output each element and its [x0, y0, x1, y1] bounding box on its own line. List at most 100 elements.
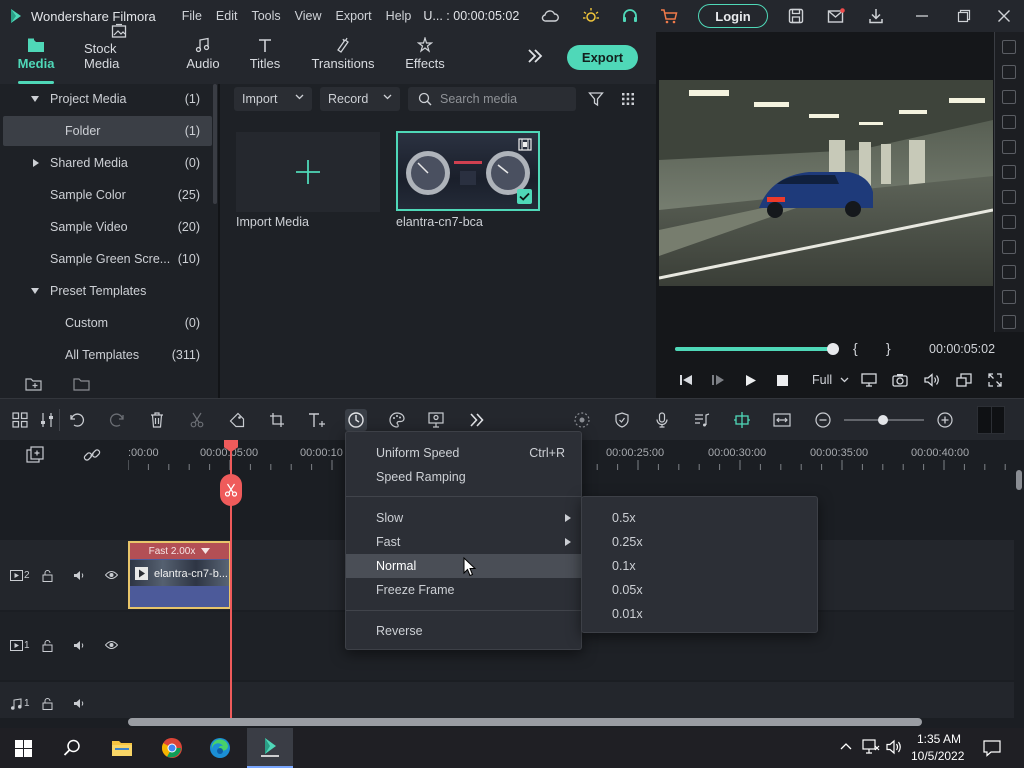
submenu-item-0.5x[interactable]: 0.5x — [582, 506, 817, 530]
submenu-item-0.01x[interactable]: 0.01x — [582, 602, 817, 626]
filter-icon[interactable] — [588, 91, 604, 107]
side-strip-square[interactable] — [1002, 165, 1016, 179]
undo-icon[interactable] — [66, 409, 88, 431]
volume-icon[interactable] — [924, 373, 940, 387]
network-icon[interactable] — [862, 739, 880, 755]
submenu-item-0.05x[interactable]: 0.05x — [582, 578, 817, 602]
tab-media[interactable]: Media — [14, 32, 58, 84]
display-icon[interactable] — [861, 373, 877, 387]
mark-in-button[interactable]: { — [853, 340, 858, 356]
menu-item-uniform-speed[interactable]: Uniform Speed Ctrl+R — [346, 441, 581, 465]
fit-timeline-icon[interactable] — [771, 409, 793, 431]
tab-transitions[interactable]: Transitions — [310, 32, 376, 84]
green-screen-icon[interactable] — [425, 409, 447, 431]
menu-view[interactable]: View — [295, 9, 322, 23]
tree-item-preset-templates[interactable]: Preset Templates — [0, 276, 212, 306]
new-folder-icon[interactable] — [25, 377, 43, 391]
more-tabs-icon[interactable] — [526, 48, 544, 64]
speaker-icon[interactable] — [73, 640, 86, 651]
clock-date[interactable]: 10/5/2022 — [911, 749, 964, 763]
redo-icon[interactable] — [106, 409, 128, 431]
timeline-clip[interactable]: Fast 2.00x elantra-cn7-b... — [128, 541, 231, 609]
tree-scrollbar[interactable] — [213, 84, 217, 204]
side-strip-square[interactable] — [1002, 40, 1016, 54]
notification-icon[interactable] — [983, 739, 1001, 757]
menu-item-slow[interactable]: Slow — [346, 506, 581, 530]
menu-help[interactable]: Help — [386, 9, 412, 23]
adjust-icon[interactable] — [36, 409, 58, 431]
submenu-item-0.1x[interactable]: 0.1x — [582, 554, 817, 578]
layout-grid-icon[interactable] — [9, 409, 31, 431]
crop-icon[interactable] — [266, 409, 288, 431]
tab-stock-media[interactable]: Stock Media — [84, 23, 154, 84]
cloud-icon[interactable] — [540, 6, 560, 26]
split-scissors-button[interactable] — [220, 474, 242, 506]
play-icon[interactable] — [745, 374, 757, 387]
speaker-icon[interactable] — [73, 570, 86, 581]
render-icon[interactable] — [571, 409, 593, 431]
quality-dropdown[interactable]: Full — [812, 373, 849, 387]
minimize-icon[interactable] — [912, 6, 932, 26]
stop-icon[interactable] — [777, 375, 788, 386]
record-dropdown[interactable]: Record — [320, 87, 400, 111]
panel-toggle-icon[interactable] — [977, 406, 1005, 434]
clock-time[interactable]: 1:35 AM — [917, 732, 961, 746]
checkbox-checked-icon[interactable] — [517, 189, 532, 204]
side-strip-square[interactable] — [1002, 90, 1016, 104]
audio-list-icon[interactable] — [691, 409, 713, 431]
side-strip-square[interactable] — [1002, 215, 1016, 229]
sun-icon[interactable] — [581, 6, 601, 26]
edge-icon[interactable] — [209, 737, 231, 759]
zoom-out-icon[interactable] — [812, 409, 834, 431]
speaker-icon[interactable] — [73, 698, 86, 709]
tree-item-sample-color[interactable]: Sample Color (25) — [0, 180, 212, 210]
side-strip-square[interactable] — [1002, 140, 1016, 154]
playback-progress-handle[interactable] — [827, 343, 839, 355]
menu-tools[interactable]: Tools — [251, 9, 280, 23]
volume-icon[interactable] — [886, 739, 904, 755]
file-explorer-icon[interactable] — [111, 738, 133, 757]
menu-item-fast[interactable]: Fast — [346, 530, 581, 554]
timeline-vertical-scrollbar[interactable] — [1014, 470, 1024, 728]
more-tools-icon[interactable] — [466, 409, 488, 431]
snapshot-icon[interactable] — [892, 373, 908, 387]
preview-video[interactable] — [659, 80, 993, 286]
folder-outline-icon[interactable] — [73, 377, 91, 391]
grid-view-icon[interactable] — [621, 92, 635, 106]
eye-icon[interactable] — [105, 570, 118, 580]
speed-icon[interactable] — [345, 409, 367, 431]
color-palette-icon[interactable] — [386, 409, 408, 431]
cart-icon[interactable] — [659, 6, 679, 26]
tree-item-sample-green-screen[interactable]: Sample Green Scre... (10) — [0, 244, 212, 274]
timeline-horizontal-scrollbar[interactable] — [128, 718, 922, 726]
tree-item-all-templates[interactable]: All Templates (311) — [0, 340, 212, 370]
fullscreen-icon[interactable] — [988, 373, 1002, 387]
next-frame-icon[interactable] — [711, 374, 725, 386]
close-icon[interactable] — [994, 6, 1014, 26]
tree-item-sample-video[interactable]: Sample Video (20) — [0, 212, 212, 242]
filmora-taskbar-button[interactable] — [247, 728, 293, 768]
tab-audio[interactable]: Audio — [182, 32, 224, 84]
side-strip-square[interactable] — [1002, 315, 1016, 329]
zoom-in-icon[interactable] — [934, 409, 956, 431]
snap-icon[interactable] — [731, 409, 753, 431]
shield-icon[interactable] — [611, 409, 633, 431]
tree-item-custom[interactable]: Custom (0) — [0, 308, 212, 338]
menu-file[interactable]: File — [182, 9, 202, 23]
delete-icon[interactable] — [146, 409, 168, 431]
menu-export[interactable]: Export — [336, 9, 372, 23]
side-strip-square[interactable] — [1002, 65, 1016, 79]
tab-titles[interactable]: Titles — [246, 32, 284, 84]
save-icon[interactable] — [786, 6, 806, 26]
chevron-up-icon[interactable] — [840, 742, 852, 750]
menu-item-reverse[interactable]: Reverse — [346, 619, 581, 643]
lock-icon[interactable] — [42, 640, 53, 652]
import-media-tile[interactable] — [236, 132, 380, 212]
tree-item-project-media[interactable]: Project Media (1) — [0, 84, 212, 114]
cut-icon[interactable] — [186, 409, 208, 431]
headset-icon[interactable] — [620, 6, 640, 26]
previous-frame-icon[interactable] — [679, 374, 693, 386]
pip-icon[interactable] — [956, 373, 972, 387]
side-strip-square[interactable] — [1002, 290, 1016, 304]
side-strip-square[interactable] — [1002, 240, 1016, 254]
